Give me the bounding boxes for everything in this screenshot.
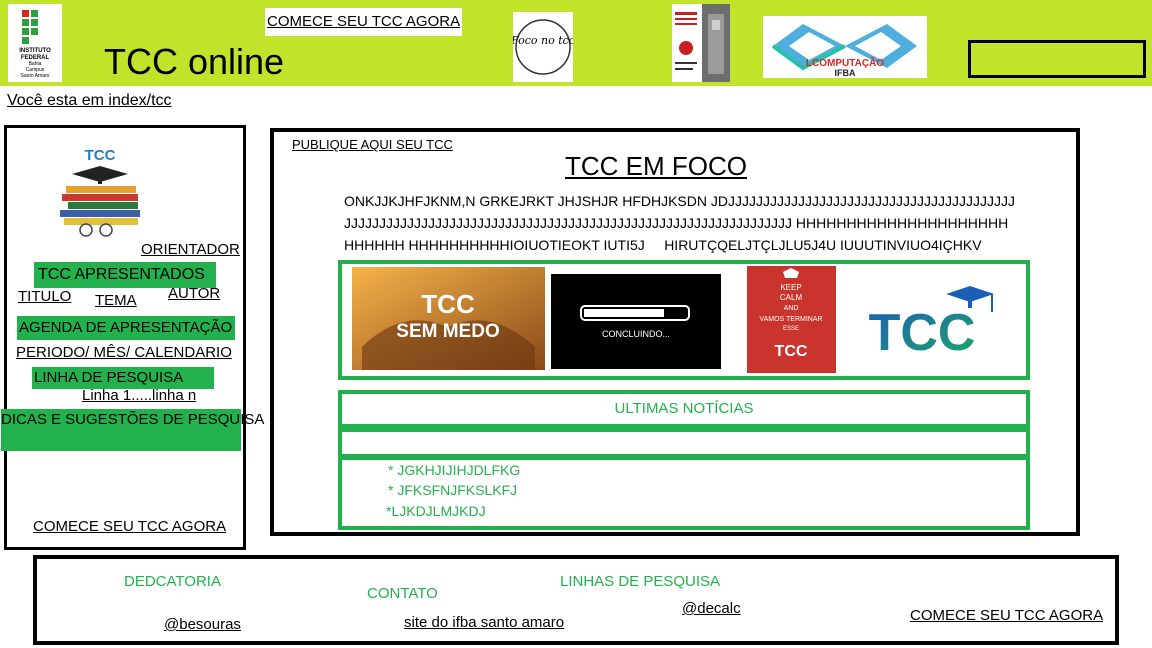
foco-no-tcc-logo[interactable]: Foco no tcc bbox=[510, 12, 575, 82]
image-gallery: TCC SEM MEDO CONCLUINDO... KEEP CALM AND… bbox=[338, 260, 1030, 380]
footer-besouras-link[interactable]: @besouras bbox=[164, 615, 241, 635]
news-header: ULTIMAS NOTÍCIAS bbox=[338, 390, 1030, 428]
tcc-books-image: TCC bbox=[48, 142, 156, 242]
svg-text:AND: AND bbox=[784, 305, 799, 312]
top-start-tcc-link[interactable]: COMECE SEU TCC AGORA bbox=[265, 8, 463, 36]
main-content: PUBLIQUE AQUI SEU TCC TCC EM FOCO ONKJJK… bbox=[270, 128, 1080, 536]
search-input[interactable] bbox=[968, 40, 1146, 78]
breadcrumb[interactable]: Você esta em index/tcc bbox=[7, 91, 172, 111]
svg-text:TCC: TCC bbox=[85, 147, 116, 164]
svg-text:Santo Amaro: Santo Amaro bbox=[21, 73, 50, 79]
event-flyer-thumbnail[interactable] bbox=[672, 4, 730, 82]
news-item[interactable]: *LJKDJLMJKDJ bbox=[386, 501, 486, 521]
svg-text:Foco no tcc: Foco no tcc bbox=[513, 34, 573, 47]
sidebar-linhas-link[interactable]: Linha 1.....linha n bbox=[82, 386, 196, 406]
svg-text:CALM: CALM bbox=[780, 293, 803, 302]
tcc-graduation-logo[interactable]: TCC bbox=[862, 274, 1002, 366]
footer-start-tcc-link[interactable]: COMECE SEU TCC AGORA bbox=[910, 606, 1103, 626]
intro-text: ONKJJKJHFJKNM,N GRKEJRKT JHJSHJR HFDHJKS… bbox=[344, 190, 1044, 256]
news-list: * JGKHJIJIHJDLFKG * JFKSFNJFKSLKFJ *LJKD… bbox=[338, 456, 1030, 530]
sidebar-start-tcc-link[interactable]: COMECE SEU TCC AGORA bbox=[33, 517, 226, 537]
sidebar-titulo-link[interactable]: TITULO bbox=[18, 287, 71, 307]
footer-dedicatoria[interactable]: DEDCATORIA bbox=[124, 572, 221, 592]
svg-text:TCC: TCC bbox=[421, 289, 475, 319]
svg-text:TCC: TCC bbox=[775, 343, 808, 360]
ifba-logo[interactable]: INSTITUTO FEDERAL Bahia Campus Santo Ama… bbox=[8, 4, 62, 82]
intro-line: HHHHHH HHHHHHHHHHIOIUOTIEOKT IUTI5J HIRU… bbox=[344, 237, 982, 253]
publish-tcc-link[interactable]: PUBLIQUE AQUI SEU TCC bbox=[292, 137, 453, 153]
footer-contato[interactable]: CONTATO bbox=[367, 584, 438, 604]
news-item[interactable]: * JFKSFNJFKSLKFJ bbox=[388, 480, 517, 500]
sidebar-orientador-link[interactable]: ORIENTADOR bbox=[141, 240, 240, 260]
sidebar-tema-link[interactable]: TEMA bbox=[95, 291, 137, 311]
footer: DEDCATORIA CONTATO LINHAS DE PESQUISA @b… bbox=[33, 555, 1119, 645]
svg-text:IFBA: IFBA bbox=[835, 68, 856, 78]
svg-text:TCC: TCC bbox=[869, 304, 976, 362]
concluindo-image[interactable]: CONCLUINDO... bbox=[551, 274, 721, 369]
svg-text:KEEP: KEEP bbox=[780, 283, 801, 292]
news-divider bbox=[338, 428, 1030, 458]
news-title: ULTIMAS NOTÍCIAS bbox=[614, 400, 754, 417]
svg-text:INSTITUTO: INSTITUTO bbox=[19, 48, 51, 54]
svg-text:ESSE: ESSE bbox=[783, 326, 799, 332]
sidebar-agenda-apresentacao[interactable]: AGENDA DE APRESENTAÇÃO bbox=[17, 316, 235, 340]
footer-ifba-site-link[interactable]: site do ifba santo amaro bbox=[404, 613, 564, 633]
footer-decalc-link[interactable]: @decalc bbox=[682, 599, 741, 619]
keep-calm-tcc-image[interactable]: KEEP CALM AND VAMOS TERMINAR ESSE TCC bbox=[747, 266, 836, 373]
tcc-sem-medo-image[interactable]: TCC SEM MEDO bbox=[352, 267, 545, 370]
page-title: TCC EM FOCO bbox=[565, 151, 747, 181]
svg-text:CONCLUINDO...: CONCLUINDO... bbox=[602, 329, 670, 339]
intro-line: ONKJJKJHFJKNM,N GRKEJRKT JHJSHJR HFDHJKS… bbox=[344, 193, 1015, 209]
sidebar: TCC ORIENTADOR TCC APRESENTADOS TITULO T… bbox=[1, 125, 264, 550]
sidebar-periodo-link[interactable]: PERIODO/ MÊS/ CALENDARIO bbox=[16, 343, 232, 363]
site-title: TCC online bbox=[104, 41, 285, 82]
sidebar-dicas-sugestoes[interactable]: DICAS E SUGESTÕES DE PESQUISA bbox=[1, 409, 264, 451]
news-item[interactable]: * JGKHJIJIHJDLFKG bbox=[388, 460, 520, 480]
svg-text:VAMOS TERMINAR: VAMOS TERMINAR bbox=[759, 316, 822, 323]
svg-text:SEM MEDO: SEM MEDO bbox=[396, 321, 499, 342]
intro-line: JJJJJJJJJJJJJJJJJJJJJJJJJJJJJJJJJJJJJJJJ… bbox=[344, 215, 1009, 231]
sidebar-autor-link[interactable]: AUTOR bbox=[168, 284, 220, 304]
lcomputacao-ifba-logo[interactable]: LCOMPUTAÇÃO IFBA bbox=[763, 16, 927, 78]
footer-linhas-pesquisa[interactable]: LINHAS DE PESQUISA bbox=[560, 572, 720, 592]
